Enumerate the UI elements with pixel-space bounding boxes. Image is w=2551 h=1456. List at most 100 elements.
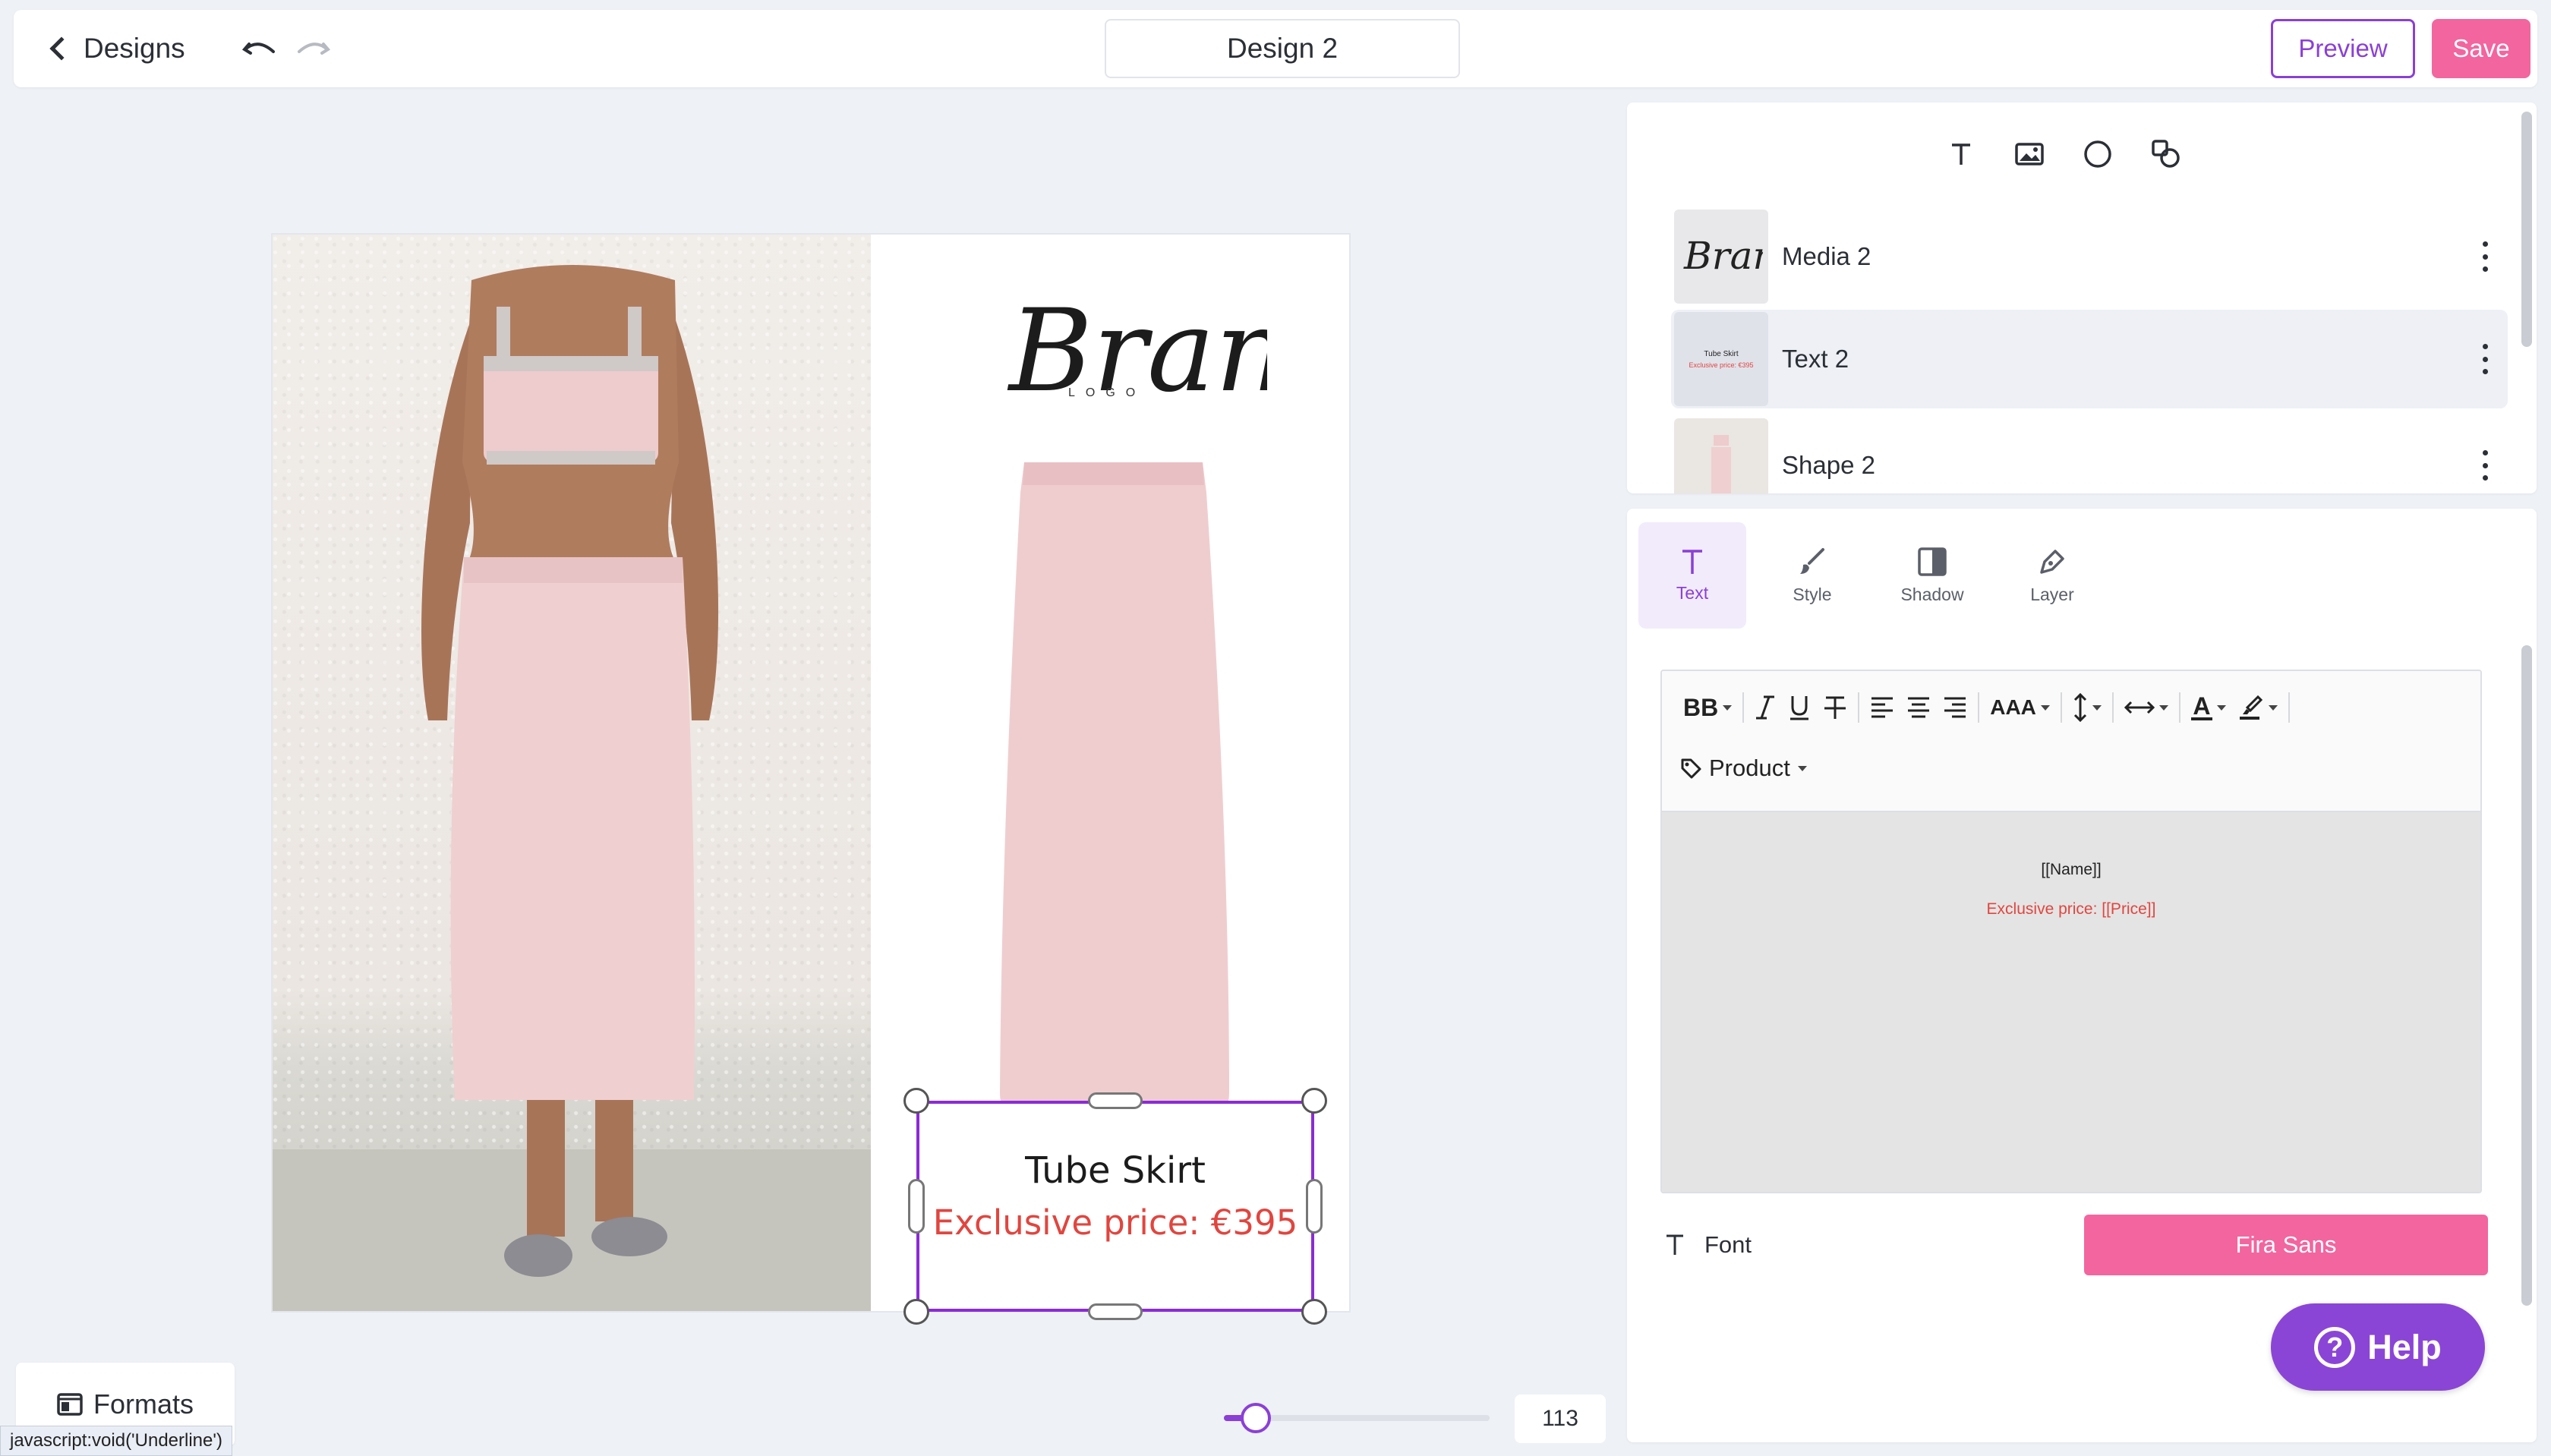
align-right-icon: [1944, 697, 1966, 718]
product-name-text[interactable]: Tube Skirt: [919, 1149, 1311, 1192]
font-setting-row: Font Fira Sans: [1665, 1215, 2488, 1275]
layer-item-shape[interactable]: Shape 2: [1671, 416, 2508, 493]
chevron-left-icon: [49, 36, 74, 61]
align-right-button[interactable]: [1937, 689, 1973, 726]
thumb-text-name: Tube Skirt: [1704, 349, 1739, 358]
help-button[interactable]: ? Help: [2271, 1303, 2485, 1391]
strikethrough-icon: [1824, 696, 1846, 719]
text-icon: [1667, 1234, 1683, 1255]
product-variables-dropdown[interactable]: Product: [1680, 747, 1807, 789]
design-canvas[interactable]: Brand LOGO Tube Skirt Exclusive price: €…: [273, 235, 1349, 1325]
add-image-button[interactable]: [2014, 139, 2045, 169]
highlight-color-dropdown[interactable]: [2232, 689, 2284, 726]
add-text-button[interactable]: [1946, 139, 1976, 169]
product-price-text[interactable]: Exclusive price: €395: [919, 1202, 1311, 1243]
caret-down-icon: [1723, 704, 1733, 711]
text-color-icon: A: [2193, 692, 2211, 720]
resize-handle-bottom-right[interactable]: [1301, 1299, 1327, 1325]
design-title-input[interactable]: [1105, 19, 1460, 78]
line-height-icon: [2073, 693, 2086, 722]
resize-handle-bottom-left[interactable]: [903, 1299, 929, 1325]
align-left-button[interactable]: [1864, 689, 1900, 726]
shadow-icon: [1918, 547, 1947, 576]
strikethrough-button[interactable]: [1817, 689, 1853, 726]
add-element-toolbar: [1946, 139, 2181, 169]
resize-handle-bottom[interactable]: [1088, 1303, 1143, 1320]
letter-spacing-icon: [2124, 701, 2155, 714]
thumb-text-price: Exclusive price: €395: [1689, 361, 1754, 369]
resize-handle-left[interactable]: [908, 1179, 925, 1234]
font-weight-dropdown[interactable]: BB: [1677, 689, 1738, 726]
question-icon: ?: [2314, 1326, 2356, 1368]
bold-label: BB: [1683, 693, 1719, 721]
more-options-icon[interactable]: [2477, 241, 2493, 272]
add-shape-button[interactable]: [2083, 139, 2113, 169]
font-label: Font: [1704, 1231, 1752, 1258]
back-to-designs-button[interactable]: Designs: [44, 30, 185, 68]
toolbar-divider: [2060, 692, 2062, 723]
text-editor[interactable]: BB AAA A Product [[Name]] Exclusive pric…: [1660, 670, 2482, 1193]
save-button[interactable]: Save: [2432, 19, 2531, 78]
brush-icon: [1800, 547, 1824, 574]
tab-style[interactable]: Style: [1758, 522, 1866, 629]
brand-logo[interactable]: Brand: [994, 276, 1267, 443]
back-label: Designs: [84, 33, 185, 64]
layer-label: Shape 2: [1782, 451, 1875, 479]
add-element-button[interactable]: [2151, 139, 2181, 169]
image-icon: [2015, 143, 2044, 165]
font-family-button[interactable]: Fira Sans: [2084, 1215, 2488, 1275]
preview-button[interactable]: Preview: [2271, 19, 2415, 78]
caret-down-icon: [2092, 704, 2102, 711]
layer-thumbnail: [1674, 418, 1768, 493]
selected-text-layer[interactable]: Tube Skirt Exclusive price: €395: [916, 1101, 1314, 1312]
zoom-slider[interactable]: [1224, 1403, 1490, 1433]
model-photo[interactable]: [273, 235, 871, 1311]
tab-text[interactable]: Text: [1638, 522, 1746, 629]
editor-line-price[interactable]: Exclusive price: [[Price]]: [1662, 900, 2480, 919]
shapes-icon: [2152, 140, 2180, 168]
zoom-slider-thumb[interactable]: [1241, 1403, 1271, 1433]
line-height-dropdown[interactable]: [2067, 689, 2108, 726]
redo-button[interactable]: [292, 33, 334, 66]
editor-content[interactable]: [[Name]] Exclusive price: [[Price]]: [1662, 812, 2480, 1192]
underline-button[interactable]: [1782, 689, 1817, 726]
zoom-value[interactable]: 113: [1515, 1395, 1606, 1443]
status-bar-url: javascript:void('Underline'): [0, 1426, 232, 1456]
case-label: AAA: [1990, 695, 2036, 719]
more-options-icon[interactable]: [2477, 450, 2493, 481]
help-label: Help: [2367, 1327, 2442, 1366]
undo-button[interactable]: [238, 33, 281, 66]
top-bar: Designs Preview Save: [14, 10, 2537, 87]
resize-handle-top-left[interactable]: [903, 1088, 929, 1114]
text-color-dropdown[interactable]: A: [2185, 689, 2232, 726]
resize-handle-right[interactable]: [1306, 1179, 1323, 1234]
text-case-dropdown[interactable]: AAA: [1984, 689, 2056, 726]
align-center-button[interactable]: [1900, 689, 1937, 726]
redo-icon: [298, 43, 331, 55]
caret-down-icon: [2216, 704, 2226, 711]
more-options-icon[interactable]: [2477, 344, 2493, 374]
tag-icon: [1681, 758, 1701, 779]
properties-panel: Text Style Shadow Layer BB AAA A Product…: [1627, 509, 2537, 1442]
layer-thumbnail: Brand: [1674, 210, 1768, 304]
layer-label: Media 2: [1782, 242, 1871, 270]
undo-icon: [241, 43, 275, 55]
resize-handle-top-right[interactable]: [1301, 1088, 1327, 1114]
tab-label: Text: [1676, 582, 1709, 603]
toolbar-divider: [2111, 692, 2114, 723]
caret-down-icon: [1797, 765, 1807, 771]
tab-layer[interactable]: Layer: [1998, 522, 2106, 629]
tab-shadow[interactable]: Shadow: [1878, 522, 1986, 629]
toolbar-divider: [1978, 692, 1980, 723]
layer-item-text[interactable]: Tube Skirt Exclusive price: €395 Text 2: [1671, 310, 2508, 408]
toolbar-divider: [2178, 692, 2180, 723]
letter-spacing-dropdown[interactable]: [2118, 689, 2174, 726]
italic-button[interactable]: [1748, 689, 1782, 726]
highlighter-icon: [2239, 695, 2263, 720]
layers-scrollbar[interactable]: [2521, 112, 2532, 347]
resize-handle-top[interactable]: [1088, 1092, 1143, 1109]
text-icon: [1682, 549, 1702, 574]
properties-scrollbar[interactable]: [2521, 645, 2532, 1306]
editor-line-name[interactable]: [[Name]]: [1662, 861, 2480, 879]
layer-item-media[interactable]: Brand Media 2: [1671, 207, 2508, 306]
